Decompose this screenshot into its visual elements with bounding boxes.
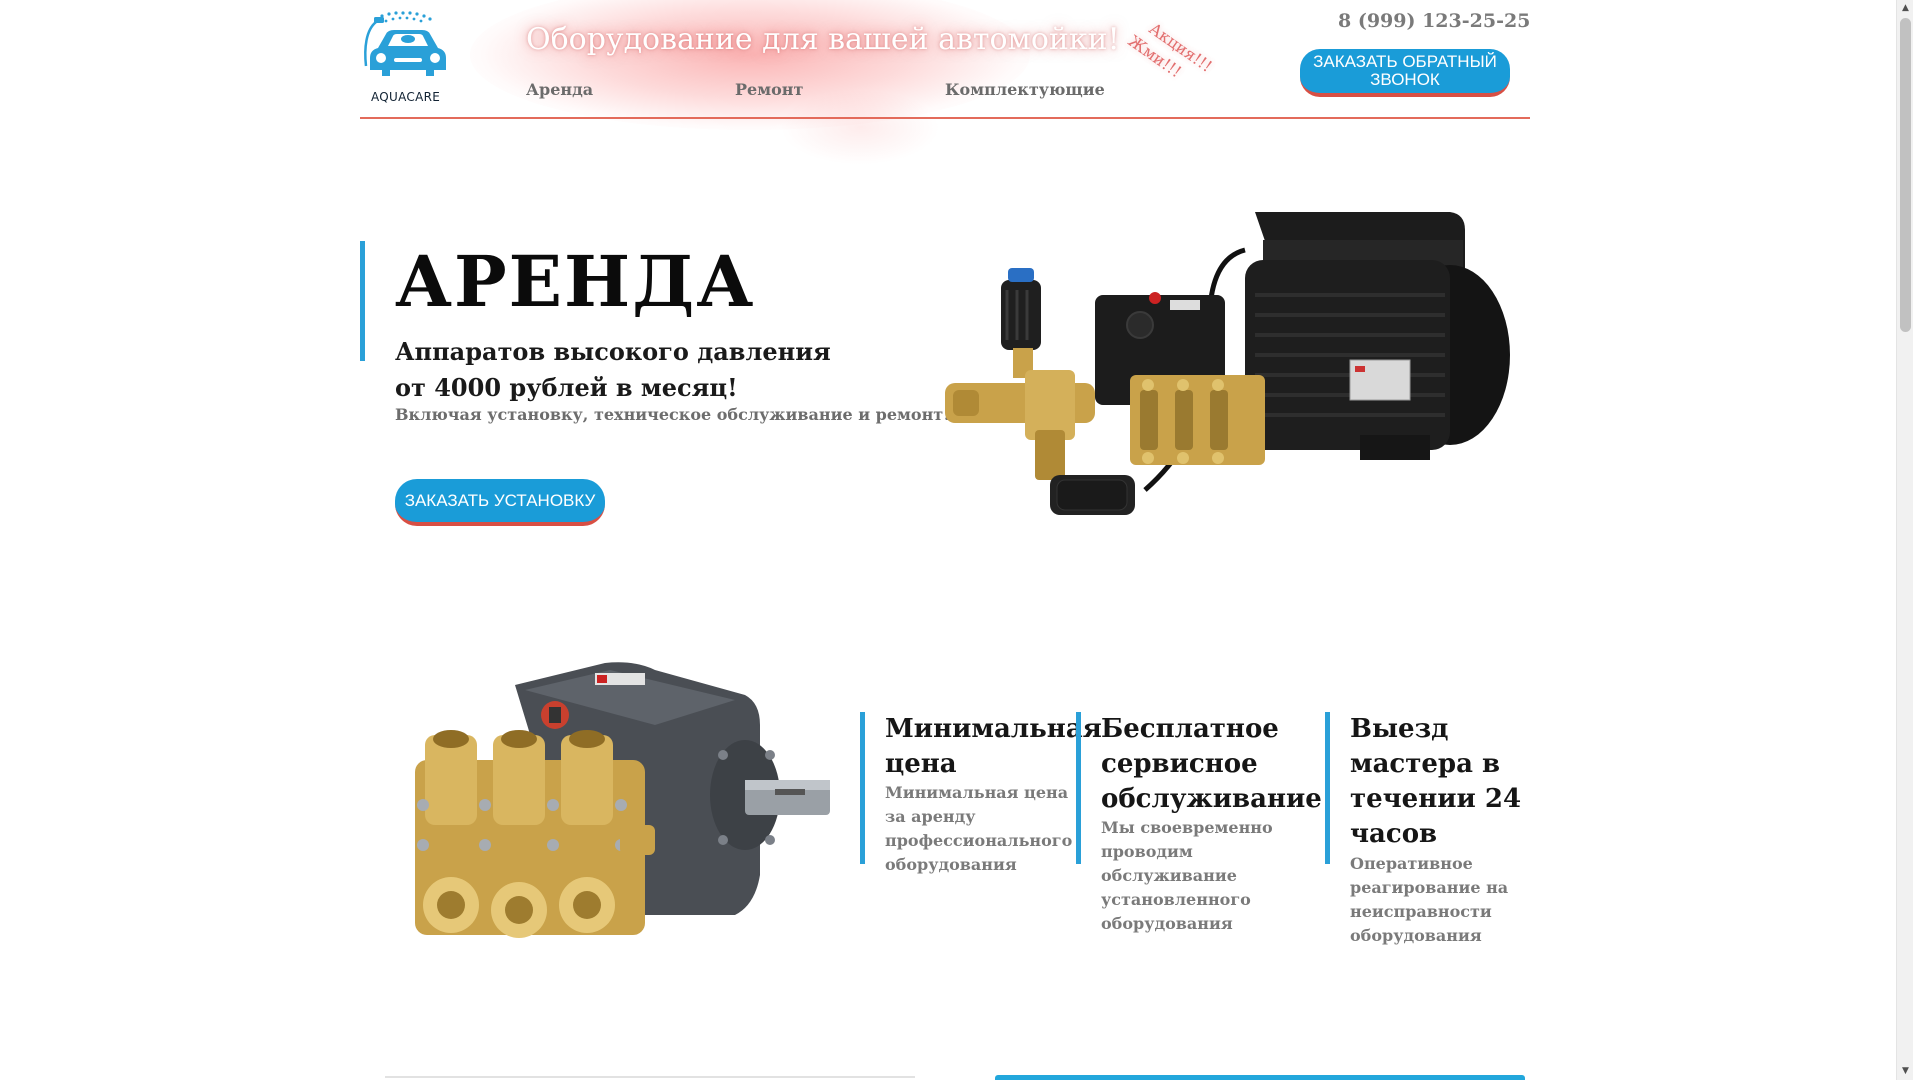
- hero-subtitle-line-1: Аппаратов высокого давления: [395, 337, 831, 366]
- order-installation-button[interactable]: ЗАКАЗАТЬ УСТАНОВКУ: [395, 479, 605, 526]
- tagline-glow-shadow: [780, 90, 940, 165]
- feature-text: Оперативное реагирование на неисправност…: [1350, 854, 1509, 945]
- feature-accent-bar: [1325, 712, 1330, 864]
- header-divider: [360, 117, 1530, 119]
- hero-accent-bar: [360, 241, 365, 361]
- header-tagline: Оборудование для вашей автомойки!: [526, 22, 1120, 57]
- triplex-pump-image: [405, 655, 835, 995]
- callback-button[interactable]: ЗАКАЗАТЬ ОБРАТНЫЙ ЗВОНОК: [1300, 49, 1510, 97]
- hero-subtitle: Аппаратов высокого давления от 4000 рубл…: [395, 334, 831, 406]
- promo-link[interactable]: Акция!!! Жми!!!: [1125, 18, 1231, 106]
- tagline-glow: [470, 0, 1030, 130]
- aquacare-logo-icon[interactable]: AQUACARE: [360, 8, 460, 104]
- scroll-down-icon[interactable]: ▼: [1897, 1063, 1913, 1080]
- phone-number[interactable]: 8 (999) 123-25-25: [1338, 10, 1530, 32]
- scroll-thumb[interactable]: [1900, 18, 1911, 332]
- hero-subtitle-line-2: от 4000 рублей в месяц!: [395, 373, 738, 402]
- nav-item-rent[interactable]: Аренда: [526, 80, 593, 99]
- feature-accent-bar: [860, 712, 865, 864]
- feature-text: Мы своевременно проводим обслуживание ус…: [1101, 818, 1273, 933]
- feature-title: Минимальная цена: [885, 714, 1102, 779]
- logo-text: AQUACARE: [371, 90, 441, 104]
- page-scrollbar[interactable]: ▲ ▼: [1896, 0, 1913, 1080]
- site-header: AQUACARE Оборудование для вашей автомойк…: [360, 0, 1530, 165]
- section-divider-left: [385, 1076, 915, 1078]
- section-divider-right: [995, 1075, 1525, 1080]
- feature-title: Бесплатное сервисное обслуживание: [1101, 714, 1322, 814]
- hero-note: Включая установку, техническое обслужива…: [395, 405, 951, 424]
- nav-item-parts[interactable]: Комплектующие: [945, 80, 1105, 99]
- scroll-up-icon[interactable]: ▲: [1897, 0, 1913, 17]
- feature-accent-bar: [1076, 712, 1081, 864]
- pressure-washer-machine-image: [945, 200, 1525, 550]
- feature-title: Выезд мастера в течении 24 часов: [1350, 714, 1522, 849]
- feature-text: Минимальная цена за аренду профессиональ…: [885, 783, 1073, 874]
- nav-item-repair[interactable]: Ремонт: [735, 80, 803, 99]
- hero-title: АРЕНДА: [395, 240, 756, 323]
